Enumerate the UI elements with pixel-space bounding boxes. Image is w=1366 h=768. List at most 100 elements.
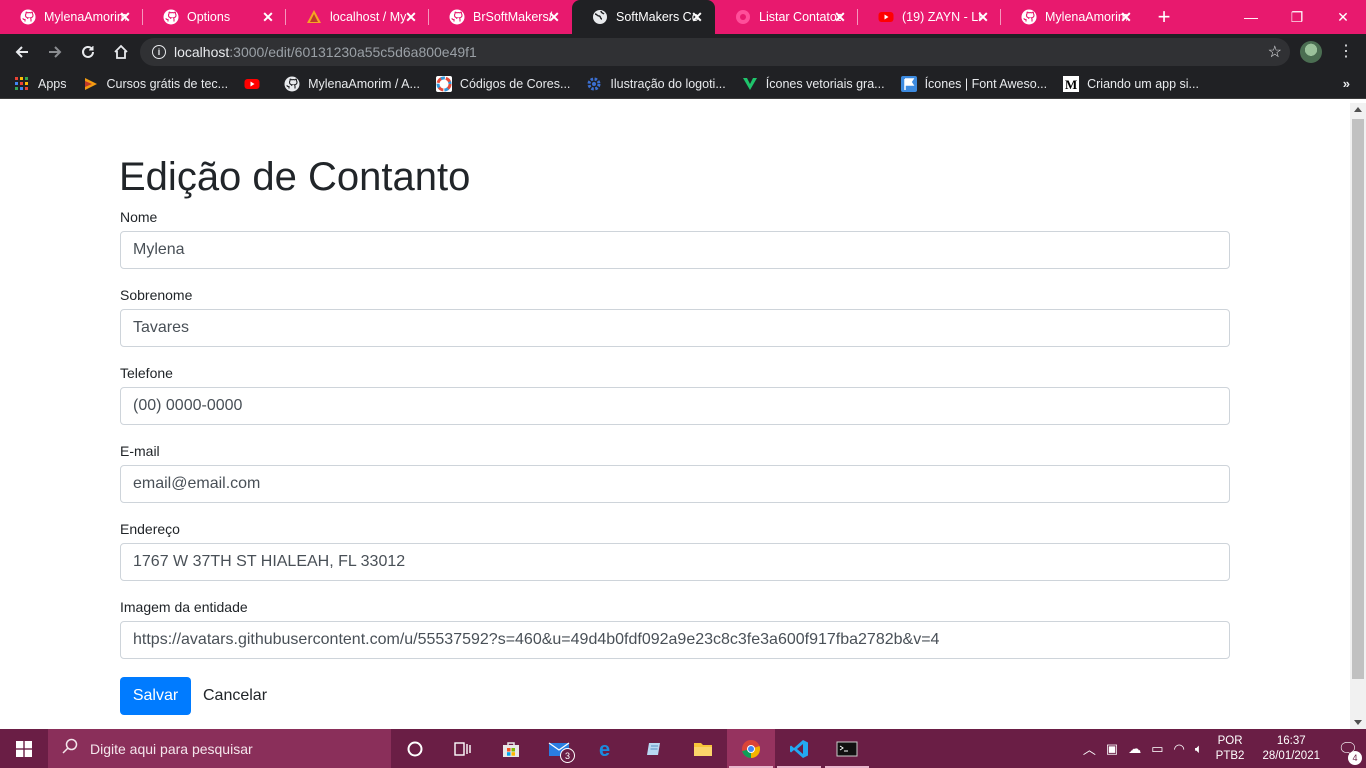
field-sobrenome: Sobrenome (120, 287, 1230, 347)
chrome-taskbar-icon[interactable] (727, 729, 775, 768)
wifi-icon[interactable]: ◠ (1174, 741, 1185, 757)
bookmark-cores[interactable]: Códigos de Cores... (435, 76, 571, 92)
tab-3[interactable]: BrSoftMakers/ ✕ (429, 0, 572, 34)
volume-icon[interactable]: 🔈︎ (1195, 741, 1203, 757)
lang-code: POR (1217, 734, 1243, 747)
minimize-icon[interactable]: — (1228, 0, 1274, 34)
email-input[interactable] (120, 465, 1230, 503)
bookmark-label: Códigos de Cores... (459, 77, 571, 91)
vscode-icon[interactable] (775, 729, 823, 768)
notes-icon[interactable] (631, 729, 679, 768)
tab-close-icon[interactable]: ✕ (117, 9, 133, 25)
tab-close-icon[interactable]: ✕ (832, 9, 848, 25)
restore-icon[interactable]: ❐ (1274, 0, 1320, 34)
address-bar[interactable]: i localhost:3000/edit/60131230a55c5d6a80… (140, 38, 1290, 66)
file-explorer-icon[interactable] (679, 729, 727, 768)
github-icon (284, 76, 300, 92)
flag-icon (900, 76, 917, 92)
tab-4-active[interactable]: SoftMakers Co ✕ (572, 0, 715, 34)
tab-close-icon[interactable]: ✕ (403, 9, 419, 25)
tab-close-icon[interactable]: ✕ (546, 9, 562, 25)
tab-7[interactable]: MylenaAmorim ✕ (1001, 0, 1144, 34)
bookmark-star-icon[interactable]: ☆ (1268, 42, 1282, 62)
nome-input[interactable] (120, 231, 1230, 269)
bookmark-label: Criando um app si... (1087, 77, 1199, 91)
bookmark-github[interactable]: MylenaAmorim / A... (284, 76, 420, 92)
chevron-up-icon[interactable]: ︿ (1083, 739, 1096, 758)
system-clock[interactable]: 16:37 28/01/2021 (1262, 734, 1320, 764)
scroll-up-icon[interactable] (1354, 107, 1362, 112)
back-icon[interactable] (6, 36, 38, 68)
github-icon (20, 9, 36, 25)
input-language[interactable]: POR PTB2 (1216, 734, 1245, 764)
windows-start-icon[interactable] (0, 729, 48, 768)
page-scrollbar[interactable] (1350, 103, 1366, 729)
tab-2[interactable]: localhost / My ✕ (286, 0, 429, 34)
svg-text:M: M (1065, 77, 1077, 92)
nome-label: Nome (120, 209, 158, 225)
terminal-icon[interactable] (823, 729, 871, 768)
bookmark-label: Ilustração do logoti... (610, 77, 726, 91)
tab-0[interactable]: MylenaAmorim ✕ (0, 0, 143, 34)
scrollbar-thumb[interactable] (1352, 119, 1364, 679)
browser-toolbar: i localhost:3000/edit/60131230a55c5d6a80… (0, 34, 1366, 70)
cortana-icon[interactable] (391, 729, 439, 768)
forward-icon[interactable] (39, 36, 71, 68)
field-nome: Nome (120, 209, 1230, 269)
battery-icon[interactable]: ▭ (1151, 741, 1163, 757)
endereco-input[interactable] (120, 543, 1230, 581)
imagem-input[interactable] (120, 621, 1230, 659)
github-icon (163, 9, 179, 25)
tab-6[interactable]: (19) ZAYN - LI ✕ (858, 0, 1001, 34)
edge-icon[interactable]: e (583, 729, 631, 768)
tab-close-icon[interactable]: ✕ (689, 9, 705, 25)
windows-taskbar: Digite aqui para pesquisar 3 e ︿ ▣ ☁ ▭ ◠… (0, 729, 1366, 768)
bookmark-logotipo[interactable]: Ilustração do logoti... (586, 76, 726, 92)
sobrenome-input[interactable] (120, 309, 1230, 347)
mail-badge: 3 (560, 748, 575, 763)
bookmark-youtube[interactable] (244, 76, 268, 92)
field-email: E-mail (120, 443, 1230, 503)
bookmark-label: Ícones vetoriais gra... (765, 77, 885, 91)
save-button[interactable]: Salvar (120, 677, 191, 715)
tab-1[interactable]: Options ✕ (143, 0, 286, 34)
clock-time: 16:37 (1276, 734, 1306, 747)
bookmark-vetoriais[interactable]: Ícones vetoriais gra... (742, 76, 885, 92)
sobrenome-label: Sobrenome (120, 287, 193, 303)
gear-icon (586, 76, 602, 92)
tab-strip: MylenaAmorim ✕ Options ✕ localhost / My … (0, 0, 1366, 34)
bookmark-label: Apps (38, 77, 67, 91)
tab-title: (19) ZAYN - LI (902, 10, 982, 24)
onedrive-icon[interactable]: ☁ (1128, 741, 1141, 757)
site-info-icon[interactable]: i (152, 45, 166, 59)
store-icon[interactable] (487, 729, 535, 768)
tab-title: SoftMakers Co (616, 10, 698, 24)
reload-icon[interactable] (72, 36, 104, 68)
medium-icon: M (1063, 76, 1080, 92)
tab-close-icon[interactable]: ✕ (1118, 9, 1134, 25)
taskbar-search[interactable]: Digite aqui para pesquisar (48, 729, 391, 768)
bookmark-fontawesome[interactable]: Ícones | Font Aweso... (900, 76, 1047, 92)
menu-dots-icon[interactable]: ⋮ (1336, 42, 1356, 62)
tab-close-icon[interactable]: ✕ (975, 9, 991, 25)
bookmarks-overflow-icon[interactable]: » (1343, 76, 1350, 91)
home-icon[interactable] (105, 36, 137, 68)
bookmark-apps[interactable]: Apps (14, 76, 67, 92)
new-tab-button[interactable]: + (1144, 0, 1184, 34)
tab-5[interactable]: Listar Contatos ✕ (715, 0, 858, 34)
field-imagem: Imagem da entidade (120, 599, 1230, 659)
scroll-down-icon[interactable] (1354, 720, 1362, 725)
mail-icon[interactable]: 3 (535, 729, 583, 768)
cancel-link[interactable]: Cancelar (203, 677, 267, 715)
telefone-input[interactable] (120, 387, 1230, 425)
meet-now-icon[interactable]: ▣ (1106, 741, 1118, 757)
bookmark-medium[interactable]: M Criando um app si... (1063, 76, 1199, 92)
tab-close-icon[interactable]: ✕ (260, 9, 276, 25)
window-controls: — ❐ ✕ (1228, 0, 1366, 34)
notification-center-icon[interactable]: 🗨︎ 4 (1330, 739, 1366, 765)
svg-text:e: e (599, 739, 610, 759)
profile-avatar[interactable] (1300, 41, 1322, 63)
close-window-icon[interactable]: ✕ (1320, 0, 1366, 34)
task-view-icon[interactable] (439, 729, 487, 768)
bookmark-cursos[interactable]: Cursos grátis de tec... (83, 76, 228, 92)
